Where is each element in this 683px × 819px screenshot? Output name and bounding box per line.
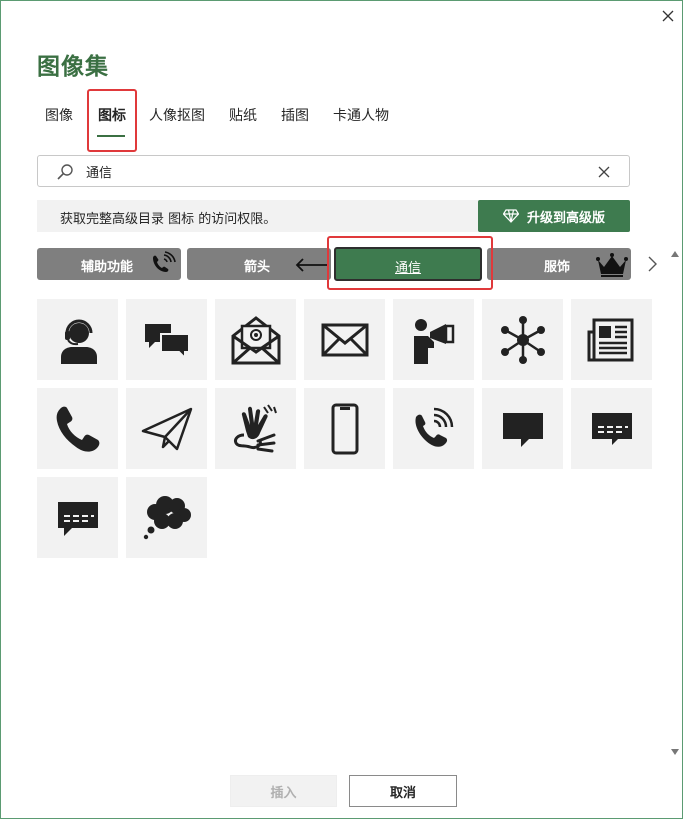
category-accessibility[interactable]: 辅助功能 bbox=[37, 248, 181, 280]
category-carousel: 辅助功能 箭头 通信 服饰 bbox=[37, 247, 667, 282]
icon-tile[interactable] bbox=[393, 299, 474, 380]
icon-tile[interactable] bbox=[126, 388, 207, 469]
search-icon bbox=[57, 164, 73, 180]
tab-cartoon-people[interactable]: 卡通人物 bbox=[333, 105, 389, 125]
premium-banner: 获取完整高级目录 图标 的访问权限。 升级到高级版 bbox=[37, 200, 630, 232]
icon-tile[interactable] bbox=[126, 299, 207, 380]
category-label: 通信 bbox=[395, 261, 422, 276]
cancel-button[interactable]: 取消 bbox=[349, 775, 457, 807]
newspaper-icon bbox=[587, 318, 633, 361]
arrow-left-icon bbox=[295, 258, 328, 272]
icon-tile[interactable] bbox=[482, 299, 563, 380]
search-input[interactable] bbox=[86, 161, 586, 181]
tab-cutout-people[interactable]: 人像抠图 bbox=[149, 105, 205, 125]
sign-language-hands-icon bbox=[233, 403, 277, 452]
icon-tile[interactable] bbox=[215, 299, 296, 380]
phone-handset-icon bbox=[56, 406, 99, 452]
icon-tile[interactable] bbox=[393, 388, 474, 469]
tab-stickers[interactable]: 贴纸 bbox=[229, 105, 257, 125]
speech-bubble-icon bbox=[502, 412, 543, 447]
phone-ringing-icon bbox=[414, 407, 453, 447]
chevron-right-icon[interactable] bbox=[641, 254, 661, 274]
category-communication[interactable]: 通信 bbox=[334, 247, 482, 281]
icon-tile[interactable] bbox=[37, 388, 118, 469]
icon-tile[interactable] bbox=[37, 477, 118, 558]
chat-bubbles-icon bbox=[144, 323, 190, 360]
scroll-up-icon[interactable] bbox=[670, 249, 680, 259]
category-label: 服饰 bbox=[544, 260, 571, 275]
active-tab-indicator bbox=[97, 135, 125, 137]
mobile-phone-icon bbox=[331, 403, 358, 454]
icon-tile[interactable] bbox=[571, 388, 652, 469]
phone-signal-icon bbox=[153, 251, 176, 272]
upgrade-button[interactable]: 升级到高级版 bbox=[478, 200, 630, 232]
close-button[interactable] bbox=[657, 5, 679, 27]
category-apparel[interactable]: 服饰 bbox=[487, 248, 631, 280]
chat-message-icon bbox=[57, 501, 98, 536]
category-label: 辅助功能 bbox=[81, 260, 134, 275]
headset-person-icon bbox=[60, 319, 97, 364]
icon-tile[interactable] bbox=[126, 477, 207, 558]
email-envelope-icon bbox=[231, 315, 280, 364]
upgrade-label: 升级到高级版 bbox=[526, 210, 605, 226]
diamond-icon bbox=[502, 209, 519, 223]
close-icon bbox=[598, 166, 610, 178]
text-message-icon bbox=[591, 412, 632, 445]
insert-button[interactable]: 插入 bbox=[230, 775, 337, 807]
dialog-title: 图像集 bbox=[37, 54, 109, 80]
tab-images[interactable]: 图像 bbox=[45, 105, 73, 125]
icon-tile[interactable] bbox=[304, 388, 385, 469]
crown-icon bbox=[596, 253, 628, 277]
close-icon bbox=[662, 10, 674, 22]
category-arrows[interactable]: 箭头 bbox=[187, 248, 331, 280]
icon-tile[interactable] bbox=[482, 388, 563, 469]
megaphone-person-icon bbox=[413, 318, 454, 364]
scroll-down-icon[interactable] bbox=[670, 747, 680, 757]
search-box bbox=[37, 155, 630, 187]
icon-tile[interactable] bbox=[304, 299, 385, 380]
tab-icons[interactable]: 图标 bbox=[98, 105, 126, 125]
premium-message: 获取完整高级目录 图标 的访问权限。 bbox=[60, 212, 277, 227]
icon-tile[interactable] bbox=[571, 299, 652, 380]
icon-tile[interactable] bbox=[37, 299, 118, 380]
icon-tile[interactable] bbox=[215, 388, 296, 469]
network-hub-icon bbox=[500, 315, 545, 364]
image-collection-dialog: 图像集 图像 图标 人像抠图 贴纸 插图 卡通人物 获取完整高级目录 图标 的访… bbox=[0, 0, 683, 819]
clear-search-button[interactable] bbox=[594, 162, 614, 182]
category-label: 箭头 bbox=[244, 260, 271, 275]
thought-bubble-icon bbox=[143, 495, 191, 539]
tab-illustrations[interactable]: 插图 bbox=[281, 105, 309, 125]
mail-envelope-icon bbox=[321, 323, 368, 356]
paper-plane-icon bbox=[141, 407, 192, 450]
